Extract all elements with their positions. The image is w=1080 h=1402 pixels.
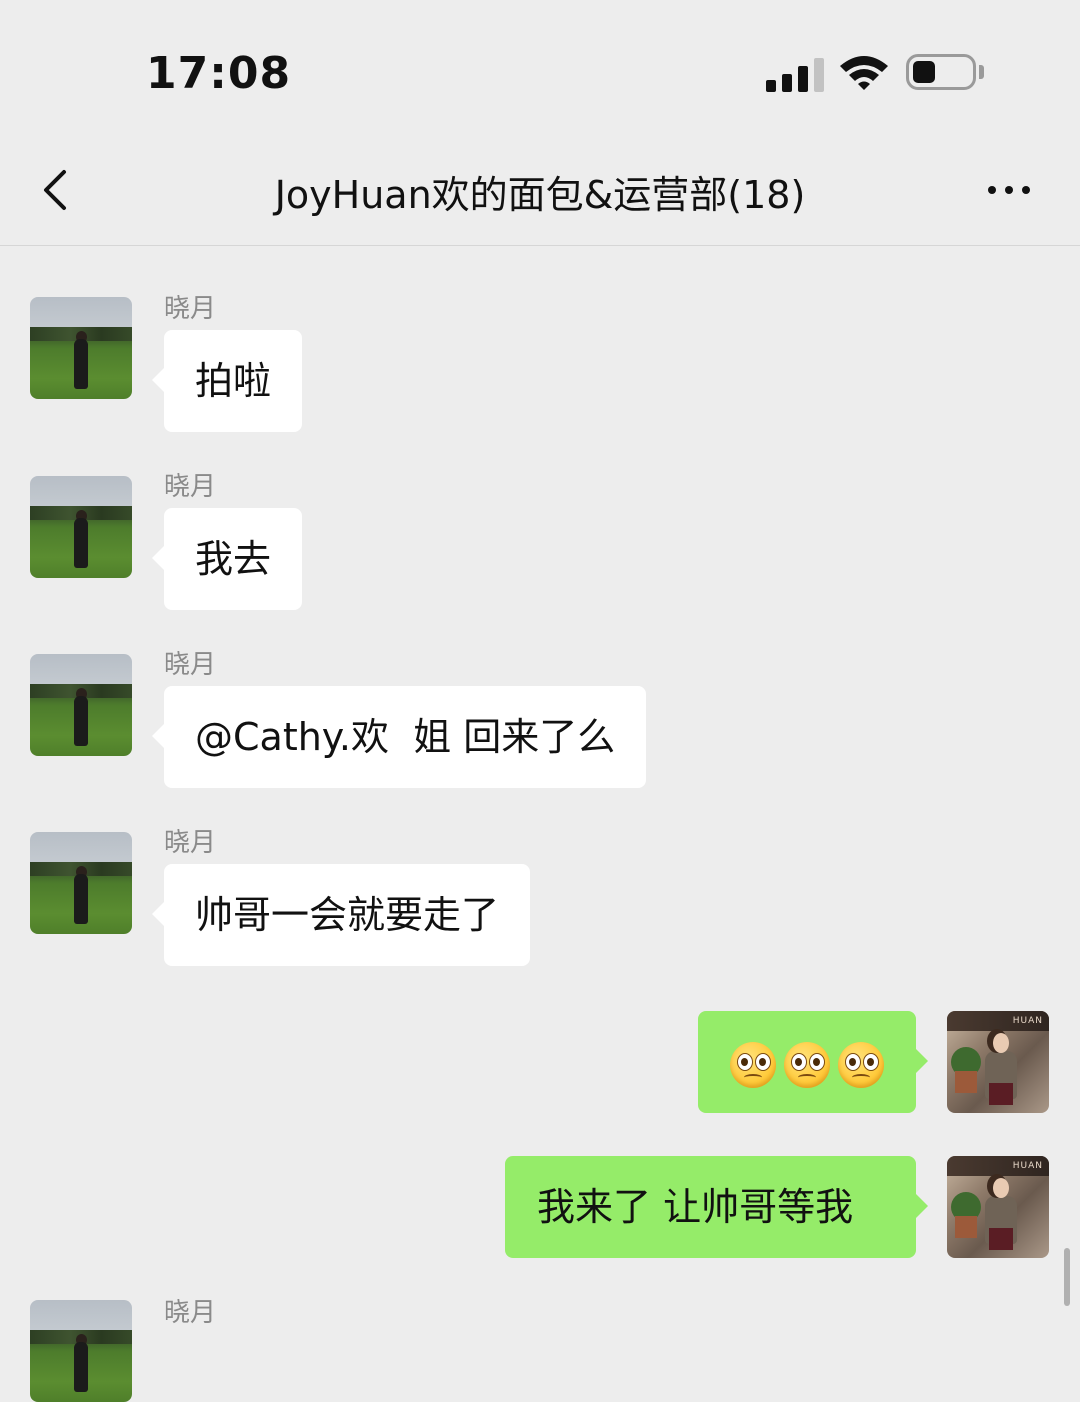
- self-avatar[interactable]: HUAN: [947, 1156, 1049, 1258]
- chat-title: JoyHuan欢的面包&运营部(18): [274, 173, 806, 217]
- message-bubble-self[interactable]: 我来了 让帅哥等我: [505, 1156, 928, 1258]
- sender-name: 晓月: [164, 828, 217, 858]
- sender-name: 晓月: [164, 650, 217, 680]
- status-time: 17:08: [146, 48, 292, 99]
- battery-cap: [979, 65, 984, 79]
- status-bar: 17:08: [0, 0, 1080, 140]
- battery-icon: [906, 54, 976, 90]
- message-bubble-self[interactable]: [698, 1011, 928, 1113]
- self-avatar[interactable]: HUAN: [947, 1011, 1049, 1113]
- cellular-signal-icon: [766, 56, 824, 92]
- message-bubble[interactable]: 帅哥一会就要走了: [151, 864, 531, 966]
- message-bubble[interactable]: 拍啦: [151, 330, 303, 432]
- pleading-face-emoji-icon: [784, 1041, 830, 1088]
- sender-name: 晓月: [164, 1298, 217, 1328]
- pleading-face-emoji-icon: [838, 1041, 884, 1088]
- more-options-icon[interactable]: [984, 174, 1034, 204]
- scrollbar[interactable]: [1064, 1248, 1070, 1306]
- wifi-icon: [840, 56, 888, 90]
- pleading-face-emoji-icon: [730, 1041, 776, 1088]
- chat-header: JoyHuan欢的面包&运营部(18): [0, 140, 1080, 246]
- avatar[interactable]: [30, 654, 132, 756]
- message-bubble[interactable]: 我去: [151, 508, 303, 610]
- sender-name: 晓月: [164, 472, 217, 502]
- message-bubble[interactable]: @Cathy.欢 姐 回来了么: [151, 686, 647, 788]
- sender-name: 晓月: [164, 294, 217, 324]
- avatar[interactable]: [30, 476, 132, 578]
- avatar[interactable]: [30, 832, 132, 934]
- back-chevron-icon[interactable]: [36, 166, 76, 214]
- avatar[interactable]: [30, 297, 132, 399]
- avatar[interactable]: [30, 1300, 132, 1402]
